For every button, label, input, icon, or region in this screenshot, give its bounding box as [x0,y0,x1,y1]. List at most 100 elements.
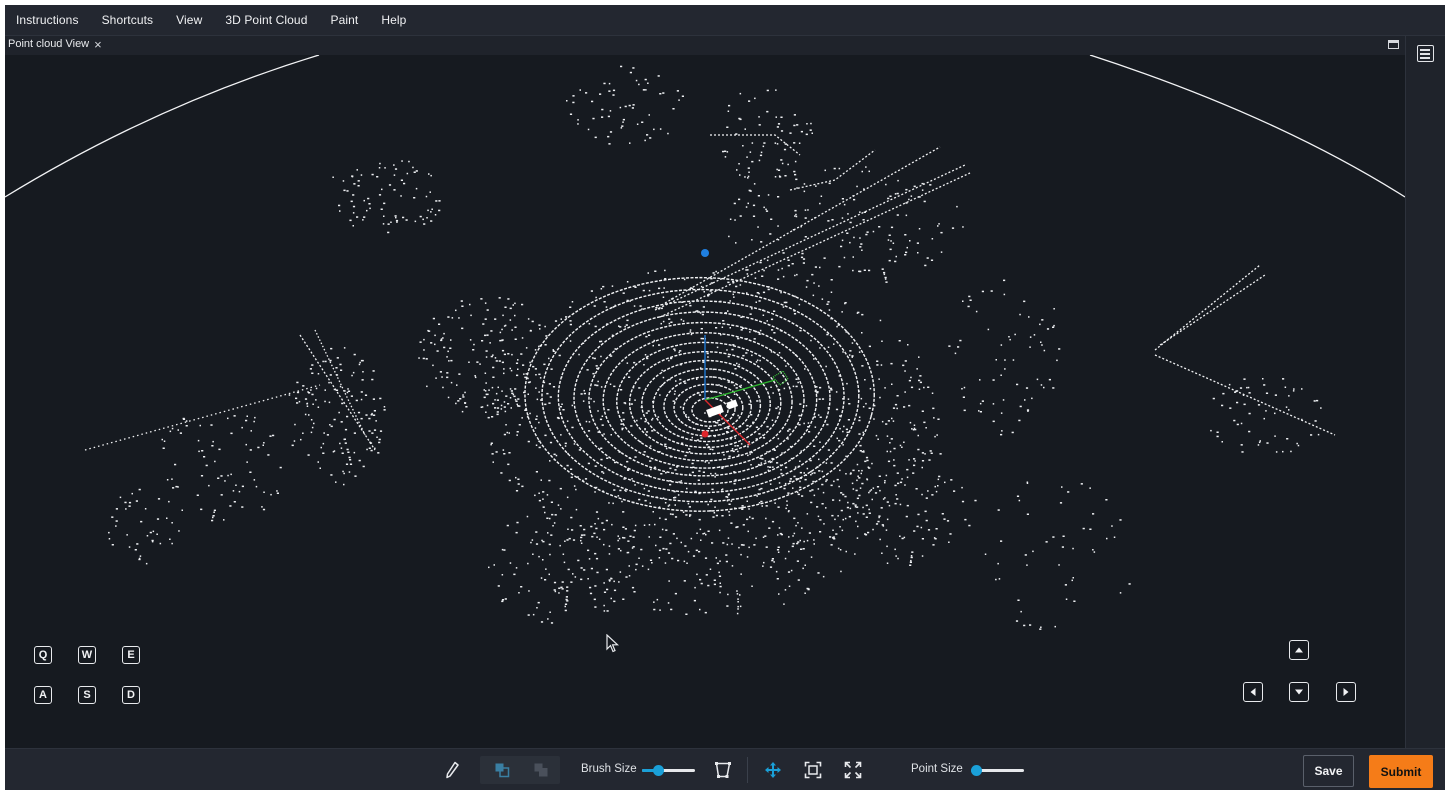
lidar-point [515,567,518,569]
key-e-button[interactable]: E [122,646,140,664]
tab-point-cloud-view[interactable]: Point cloud View × [8,38,102,51]
lidar-point [633,529,636,532]
lidar-point [1012,359,1015,361]
lidar-point [899,444,902,447]
maximize-icon[interactable] [1388,40,1399,49]
lidar-point [690,537,693,540]
lidar-point [679,378,682,381]
lidar-point [908,404,911,407]
point-size-slider-handle[interactable] [971,765,982,776]
lidar-point [810,122,812,125]
menu-paint[interactable]: Paint [330,13,358,27]
lidar-point [647,568,650,571]
move-tool-button[interactable] [760,749,786,791]
close-icon[interactable]: × [94,38,102,51]
lidar-point [874,492,878,494]
save-button[interactable]: Save [1303,755,1354,787]
lidar-point [617,539,619,542]
lidar-point [503,549,506,551]
lidar-point [751,239,753,241]
key-a-button[interactable]: A [34,686,52,704]
lidar-point [892,420,895,422]
lidar-point [340,421,343,423]
point-cloud-canvas[interactable] [5,55,1405,748]
label-list-icon[interactable] [1417,45,1434,62]
lidar-point [669,480,672,482]
lidar-point [1246,386,1248,389]
lidar-point [1092,549,1094,551]
lidar-point [632,501,635,504]
lidar-point [125,508,127,510]
pan-right-button[interactable] [1336,682,1356,702]
polygon-icon [715,762,731,778]
lidar-point [749,331,751,333]
pan-down-button[interactable] [1289,682,1309,702]
lidar-point [668,359,670,362]
lidar-point [838,499,841,502]
lidar-point [883,271,886,274]
lidar-point [798,142,801,144]
lidar-point [569,113,573,115]
lidar-point [842,430,844,433]
lidar-point [916,525,919,528]
lidar-point [886,545,888,548]
key-s-button[interactable]: S [78,686,96,704]
menu-3d-point-cloud[interactable]: 3D Point Cloud [225,13,307,27]
lidar-point [611,523,613,526]
key-q-button[interactable]: Q [34,646,52,664]
lidar-point [805,474,808,476]
lidar-point [687,550,690,553]
lidar-point [663,287,665,289]
lidar-point [820,195,823,197]
lidar-point [579,89,581,91]
menu-help[interactable]: Help [381,13,406,27]
lidar-point [220,475,223,477]
lidar-point [794,209,797,212]
lidar-point [738,163,740,165]
submit-button[interactable]: Submit [1369,755,1433,788]
lidar-point [767,286,770,288]
lidar-point [934,435,936,438]
lidar-point [805,405,808,407]
pan-up-button[interactable] [1289,640,1309,660]
lidar-point [1045,541,1048,543]
lidar-point [821,503,824,505]
ego-marker [701,430,709,438]
menu-shortcuts[interactable]: Shortcuts [102,13,154,27]
lidar-point [774,176,777,178]
lidar-point [1004,359,1006,361]
lidar-point [476,361,479,363]
lidar-point [777,546,780,548]
point-cloud-viewport[interactable]: Q W E A S D [5,55,1405,748]
subtract-tool-button[interactable] [528,749,554,791]
polygon-tool-button[interactable] [710,749,736,791]
fullscreen-button[interactable] [840,749,866,791]
lidar-point [1059,502,1063,504]
brush-size-slider-handle[interactable] [653,765,664,776]
menu-instructions[interactable]: Instructions [16,13,79,27]
lidar-point [734,368,737,370]
lidar-point [352,212,355,214]
lidar-point [1040,626,1042,628]
point-size-slider[interactable] [971,765,1024,776]
menu-view[interactable]: View [176,13,202,27]
unite-tool-button[interactable] [489,749,515,791]
lidar-point [963,386,966,389]
lidar-point [597,410,599,412]
lidar-point [778,352,781,354]
lidar-point [438,209,441,212]
key-d-button[interactable]: D [122,686,140,704]
lidar-point [128,501,132,504]
brush-size-slider[interactable] [642,765,695,776]
lidar-point [848,515,851,518]
brush-tool-button[interactable] [439,749,465,791]
lidar-point [889,442,891,444]
lidar-point [362,219,364,221]
pan-left-button[interactable] [1243,682,1263,702]
key-w-button[interactable]: W [78,646,96,664]
fit-view-button[interactable] [800,749,826,791]
lidar-point [915,488,918,490]
lidar-point [489,342,491,344]
lidar-point [780,159,783,161]
lidar-point [709,448,712,450]
